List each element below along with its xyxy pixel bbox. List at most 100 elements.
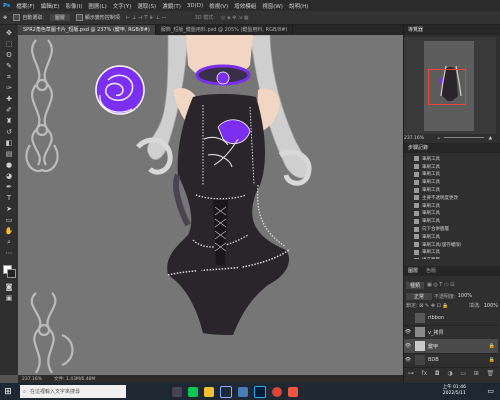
background-color-swatch[interactable] (7, 269, 16, 278)
layer-row-bdb[interactable]: 👁 BDB 🔒 (404, 353, 498, 368)
task-view-icon[interactable] (172, 386, 182, 397)
quick-select-tool-icon[interactable]: ✎ (4, 62, 14, 71)
shape-tool-icon[interactable]: ▭ (4, 216, 14, 225)
navigator-preview[interactable] (404, 37, 496, 134)
history-item[interactable]: 向下合併圖層 (404, 225, 498, 233)
type-tool-icon[interactable]: T (4, 194, 14, 203)
path-select-tool-icon[interactable]: ➤ (4, 205, 14, 214)
navigator-zoom-value[interactable]: 237.16% (404, 136, 424, 141)
zoom-in-icon[interactable]: ▲ (489, 136, 492, 141)
new-layer-icon[interactable]: ⊞ (474, 370, 479, 380)
folder-icon[interactable]: ▭ (460, 370, 466, 380)
screen-mode-icon[interactable]: ▣ (4, 294, 14, 303)
steam-icon[interactable] (220, 385, 232, 398)
history-item[interactable]: 筆刷工具 (404, 217, 498, 225)
eye-icon[interactable]: 👁 (404, 357, 412, 363)
layer-row-armor[interactable]: 👁 鍵甲 🔒 (404, 339, 498, 354)
healing-brush-tool-icon[interactable]: ✚ (4, 95, 14, 104)
menu-plugins[interactable]: 增效模組 (231, 2, 259, 10)
blur-tool-icon[interactable]: ● (4, 161, 14, 170)
menu-edit[interactable]: 編輯(E) (38, 2, 63, 10)
marquee-tool-icon[interactable]: ⬚ (4, 40, 14, 49)
tab-document-1[interactable]: SPR2角色草圖卡片_短版.psd @ 237% (鍵甲, RGB/8#) (18, 25, 156, 35)
history-item[interactable]: 筆刷工具(儲存權限) (404, 241, 498, 249)
dodge-tool-icon[interactable]: ◕ (4, 172, 14, 181)
eraser-tool-icon[interactable]: ◧ (4, 139, 14, 148)
move-tool-icon[interactable]: ✥ (4, 29, 14, 38)
3d-mode-icons[interactable]: ◎ ◈ ✥ ⇲ ▦ (221, 15, 249, 21)
move-tool-icon[interactable]: ✥ (3, 15, 7, 21)
history-item[interactable]: 筆刷工具 (404, 186, 498, 194)
history-item[interactable]: 主要不透明度更改 (404, 194, 498, 202)
fill-value[interactable]: 100% (484, 303, 498, 309)
history-item[interactable]: 填充圖層 (404, 256, 498, 259)
app-icon[interactable] (238, 386, 248, 397)
menu-select[interactable]: 選取(S) (134, 2, 159, 10)
history-brush-tool-icon[interactable]: ↺ (4, 128, 14, 137)
lasso-tool-icon[interactable]: ʘ (4, 51, 14, 60)
history-item[interactable]: 筆刷工具 (404, 249, 498, 257)
photoshop-logo-icon[interactable]: Ps (0, 3, 13, 9)
zoom-tool-icon[interactable]: ⌕ (4, 238, 14, 247)
zoom-slider[interactable] (444, 137, 485, 138)
link-icon[interactable]: ⊶ (408, 370, 414, 380)
eye-icon[interactable]: 👁 (404, 329, 412, 335)
align-icons[interactable]: ⊢ ⊥ ⊣ ⊤ ⊩ ⊥ ⋯ (126, 15, 167, 21)
tab-document-2[interactable]: 服飾_短版_鍵盤用料.psd @ 205% (鍵盤用料, RGB/8#) (156, 25, 294, 35)
navigator-view-box[interactable] (428, 69, 466, 105)
history-panel-tab[interactable]: 步驟記錄 (404, 143, 500, 153)
app-icon-2[interactable] (288, 386, 298, 397)
trash-icon[interactable]: 🗑 (486, 370, 494, 380)
layer-row-ribbon[interactable]: ribbon (404, 311, 498, 326)
menu-view[interactable]: 檢視(V) (206, 2, 231, 10)
canvas-area[interactable] (18, 35, 403, 375)
blend-mode-dropdown[interactable]: 正常 (406, 292, 433, 300)
transform-controls-checkbox[interactable]: 顯示變形控制項 (75, 14, 120, 21)
history-item[interactable]: 筆刷工具 (404, 210, 498, 218)
adjustment-icon[interactable]: ◑ (447, 370, 452, 380)
opacity-value[interactable]: 100% (458, 293, 472, 299)
artwork-canvas[interactable] (18, 35, 403, 375)
menu-type[interactable]: 文字(Y) (110, 2, 135, 10)
menu-filter[interactable]: 濾鏡(T) (159, 2, 184, 10)
crop-tool-icon[interactable]: ⌗ (4, 73, 14, 82)
auto-select-dropdown[interactable]: 圖層 (49, 14, 70, 21)
photoshop-taskbar-icon[interactable] (254, 385, 266, 398)
chrome-icon[interactable] (272, 386, 282, 397)
pen-tool-icon[interactable]: ✒ (4, 183, 14, 192)
channels-tab[interactable]: 色版 (422, 266, 440, 276)
history-item[interactable]: 筆刷工具 (404, 163, 498, 171)
menu-help[interactable]: 說明(H) (286, 2, 311, 10)
auto-select-checkbox[interactable]: 自動選取: (13, 14, 44, 21)
navigator-panel-tab[interactable]: 導覽器 (404, 25, 500, 35)
taskbar-search-box[interactable]: ⌕ 在這裡輸入文字來搜尋 (20, 385, 126, 398)
layers-tab[interactable]: 圖層 (404, 266, 422, 276)
layer-filter-kind[interactable]: 種類 (406, 281, 425, 289)
menu-3d[interactable]: 3D(D) (184, 3, 206, 9)
menu-layer[interactable]: 圖層(L) (85, 2, 109, 10)
file-explorer-icon[interactable] (204, 386, 214, 397)
clone-stamp-tool-icon[interactable]: ♜ (4, 117, 14, 126)
gradient-tool-icon[interactable]: ▤ (4, 150, 14, 159)
line-app-icon[interactable] (188, 386, 198, 397)
history-item[interactable]: 筆刷工具 (404, 202, 498, 210)
menu-file[interactable]: 檔案(F) (13, 2, 37, 10)
eyedropper-tool-icon[interactable]: ✑ (4, 84, 14, 93)
hand-tool-icon[interactable]: ✋ (4, 227, 14, 236)
history-item[interactable]: 筆刷工具 (404, 155, 498, 163)
windows-start-icon[interactable]: ⊞ (0, 383, 16, 400)
eye-icon[interactable]: 👁 (404, 343, 412, 349)
layer-row-v-copy[interactable]: 👁 v_拷貝 (404, 325, 498, 340)
menu-image[interactable]: 影像(I) (62, 2, 85, 10)
zoom-out-icon[interactable]: ▵ (437, 136, 439, 141)
notification-icon[interactable]: ▭ (487, 387, 494, 395)
mask-icon[interactable]: ◘ (435, 370, 440, 380)
fx-icon[interactable]: fx (422, 370, 428, 380)
status-zoom[interactable]: 237.16% (22, 377, 42, 382)
lock-icons[interactable]: 鎖定: ⊠ ✎ ✥ ⊡ 🔒 (406, 302, 449, 309)
menu-window[interactable]: 視窗(W) (259, 2, 286, 10)
filter-icons[interactable]: ▣ ◎ T ▭ ⊡ (427, 282, 454, 288)
more-tools-icon[interactable]: ⋯ (4, 249, 14, 258)
quick-mask-icon[interactable]: ◙ (4, 283, 14, 292)
history-item[interactable]: 筆刷工具 (404, 171, 498, 179)
